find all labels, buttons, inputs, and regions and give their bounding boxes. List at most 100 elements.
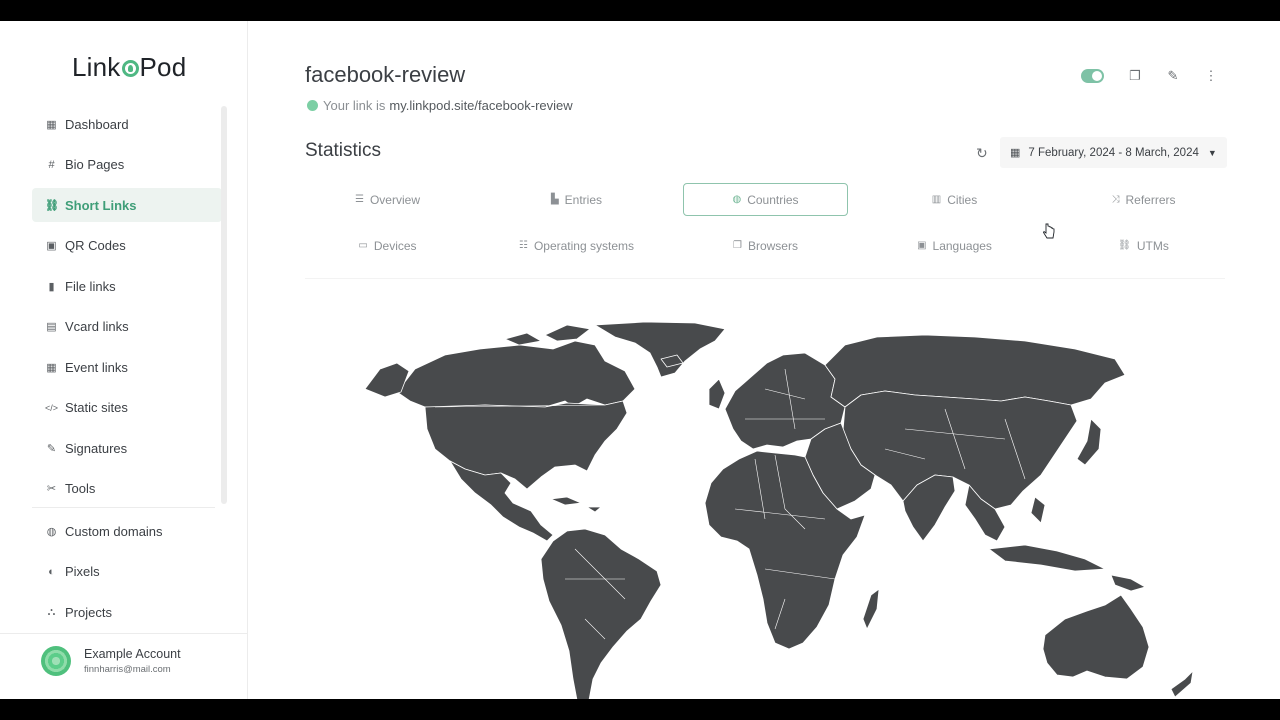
- link-toolbar: ❐ ✎ ⋮: [1081, 68, 1218, 84]
- map-region-indonesia: [988, 544, 1106, 572]
- tab-referrers[interactable]: ⤨ Referrers: [1061, 183, 1226, 216]
- tab-label: UTMs: [1136, 238, 1169, 253]
- world-map[interactable]: [305, 279, 1225, 699]
- map-region-australia: [1042, 594, 1150, 680]
- tab-browsers[interactable]: ❐ Browsers: [683, 229, 848, 262]
- random-icon: ⤨: [1111, 194, 1120, 205]
- map-region-south-america: [540, 528, 662, 699]
- link-status: Your link is my.linkpod.site/facebook-re…: [307, 98, 573, 113]
- city-icon: ▥: [931, 194, 942, 205]
- sidebar-item-vcard-links[interactable]: ▤ Vcard links: [32, 310, 222, 344]
- page-title: facebook-review: [305, 62, 466, 87]
- tab-cities[interactable]: ▥ Cities: [872, 183, 1037, 216]
- sidebar-nav-secondary: ◍ Custom domains ◐ Pixels ⛬ Projects: [32, 514, 222, 636]
- sidebar-item-label: Tools: [65, 481, 96, 496]
- qrcode-icon: ▣: [46, 240, 57, 252]
- date-range-picker[interactable]: ▦ 7 February, 2024 - 8 March, 2024 ▼: [1000, 137, 1227, 168]
- tab-operating-systems[interactable]: ☷ Operating systems: [494, 229, 659, 262]
- copy-icon[interactable]: ❐: [1128, 68, 1142, 84]
- tools-icon: ✂: [46, 483, 57, 495]
- globe-icon: ◍: [732, 194, 742, 205]
- sidebar-item-bio-pages[interactable]: # Bio Pages: [32, 148, 222, 182]
- list-icon: ☰: [355, 194, 364, 205]
- sidebar-scrollbar[interactable]: [221, 106, 227, 504]
- sidebar-item-label: QR Codes: [65, 238, 126, 253]
- sidebar-item-event-links[interactable]: ▦ Event links: [32, 350, 222, 384]
- account-menu[interactable]: Example Account finnharris@mail.com: [0, 633, 248, 699]
- sidebar-item-label: Pixels: [65, 564, 100, 579]
- logo[interactable]: Link Pod: [72, 52, 186, 83]
- table-icon: ▦: [46, 118, 57, 131]
- hash-icon: #: [48, 158, 55, 171]
- map-region-uk: [708, 378, 726, 410]
- tab-utms[interactable]: ⛓ UTMs: [1061, 229, 1226, 262]
- sidebar-item-label: Signatures: [65, 440, 128, 456]
- map-region-canada: [396, 340, 636, 408]
- server-icon: ☷: [518, 240, 528, 251]
- tab-label: Countries: [747, 192, 799, 207]
- sidebar-item-qr-codes[interactable]: ▣ QR Codes: [32, 229, 222, 263]
- link-url[interactable]: my.linkpod.site/facebook-review: [389, 98, 572, 113]
- sidebar-item-label: File links: [65, 278, 116, 294]
- sidebar-item-label: Event links: [65, 359, 128, 375]
- sidebar-item-label: Bio Pages: [65, 157, 125, 172]
- map-region-new-zealand: [1170, 670, 1194, 698]
- sidebar-item-pixels[interactable]: ◐ Pixels: [32, 555, 222, 589]
- sidebar-item-projects[interactable]: ⛬ Projects: [32, 595, 222, 629]
- id-card-icon: ▤: [46, 321, 57, 333]
- link-icon: ⛓: [45, 199, 59, 212]
- sidebar-item-file-links[interactable]: ▮ File links: [32, 269, 222, 303]
- sidebar-item-static-sites[interactable]: </> Static sites: [32, 391, 222, 425]
- tab-label: Languages: [932, 238, 992, 253]
- tab-entries[interactable]: ▙ Entries: [494, 183, 659, 216]
- map-region-usa: [424, 400, 628, 490]
- account-email: finnharris@mail.com: [84, 664, 171, 675]
- map-region-asia: [842, 390, 1078, 510]
- sidebar-item-signatures[interactable]: ✎ Signatures: [32, 431, 222, 465]
- statistics-title: Statistics: [305, 140, 382, 161]
- link-icon: ⛓: [1118, 240, 1131, 251]
- sidebar-item-short-links[interactable]: ⛓ Short Links: [32, 188, 222, 222]
- caret-down-icon: ▼: [1207, 147, 1217, 158]
- map-region-japan: [1076, 418, 1102, 466]
- window-restore-icon: ❐: [733, 240, 742, 251]
- project-diagram-icon: ⛬: [47, 605, 56, 618]
- sidebar-nav: ▦ Dashboard # Bio Pages ⛓ Short Links ▣ QR C…: [32, 107, 222, 512]
- sidebar-item-label: Dashboard: [65, 116, 129, 132]
- tab-languages[interactable]: ▣ Languages: [872, 229, 1037, 262]
- map-region-arctic-islands-2: [504, 332, 542, 346]
- tab-countries[interactable]: ◍ Countries: [683, 183, 848, 216]
- link-prefix: Your link is: [323, 98, 386, 113]
- sidebar-item-dashboard[interactable]: ▦ Dashboard: [32, 107, 222, 141]
- file-icon: ▮: [48, 280, 55, 293]
- sidebar-item-label: Custom domains: [65, 523, 163, 539]
- tab-overview[interactable]: ☰ Overview: [305, 183, 470, 216]
- logo-o-icon: [121, 60, 139, 77]
- signature-icon: ✎: [46, 442, 57, 455]
- tab-devices[interactable]: ▭ Devices: [305, 229, 470, 262]
- countries-map-panel: [305, 278, 1225, 699]
- sidebar-divider: [32, 507, 215, 508]
- tab-label: Referrers: [1125, 192, 1176, 207]
- more-vertical-icon[interactable]: ⋮: [1204, 68, 1218, 84]
- chart-bar-icon: ▙: [550, 194, 559, 205]
- pencil-icon[interactable]: ✎: [1166, 68, 1180, 84]
- sidebar-item-label: Static sites: [65, 400, 128, 415]
- mouse-cursor-icon: [1043, 223, 1055, 239]
- sidebar-item-custom-domains[interactable]: ◍ Custom domains: [32, 514, 222, 548]
- tab-label: Devices: [373, 238, 417, 253]
- sidebar-item-tools[interactable]: ✂ Tools: [32, 472, 222, 506]
- map-region-caribbean: [550, 496, 582, 506]
- main-content: facebook-review Your link is my.linkpod.…: [248, 21, 1280, 699]
- tab-label: Entries: [564, 192, 603, 207]
- language-icon: ▣: [917, 240, 927, 251]
- map-region-philippines: [1030, 496, 1046, 524]
- refresh-icon[interactable]: ↻: [976, 145, 988, 162]
- date-range-label: 7 February, 2024 - 8 March, 2024: [1028, 146, 1199, 159]
- enable-toggle[interactable]: [1081, 69, 1104, 83]
- tab-label: Cities: [947, 192, 978, 207]
- sidebar-item-label: Projects: [65, 604, 112, 620]
- account-name: Example Account: [84, 647, 181, 661]
- sidebar: Link Pod ▦ Dashboard # Bio Pages ⛓ Short Lin…: [0, 21, 248, 699]
- avatar: [41, 646, 71, 676]
